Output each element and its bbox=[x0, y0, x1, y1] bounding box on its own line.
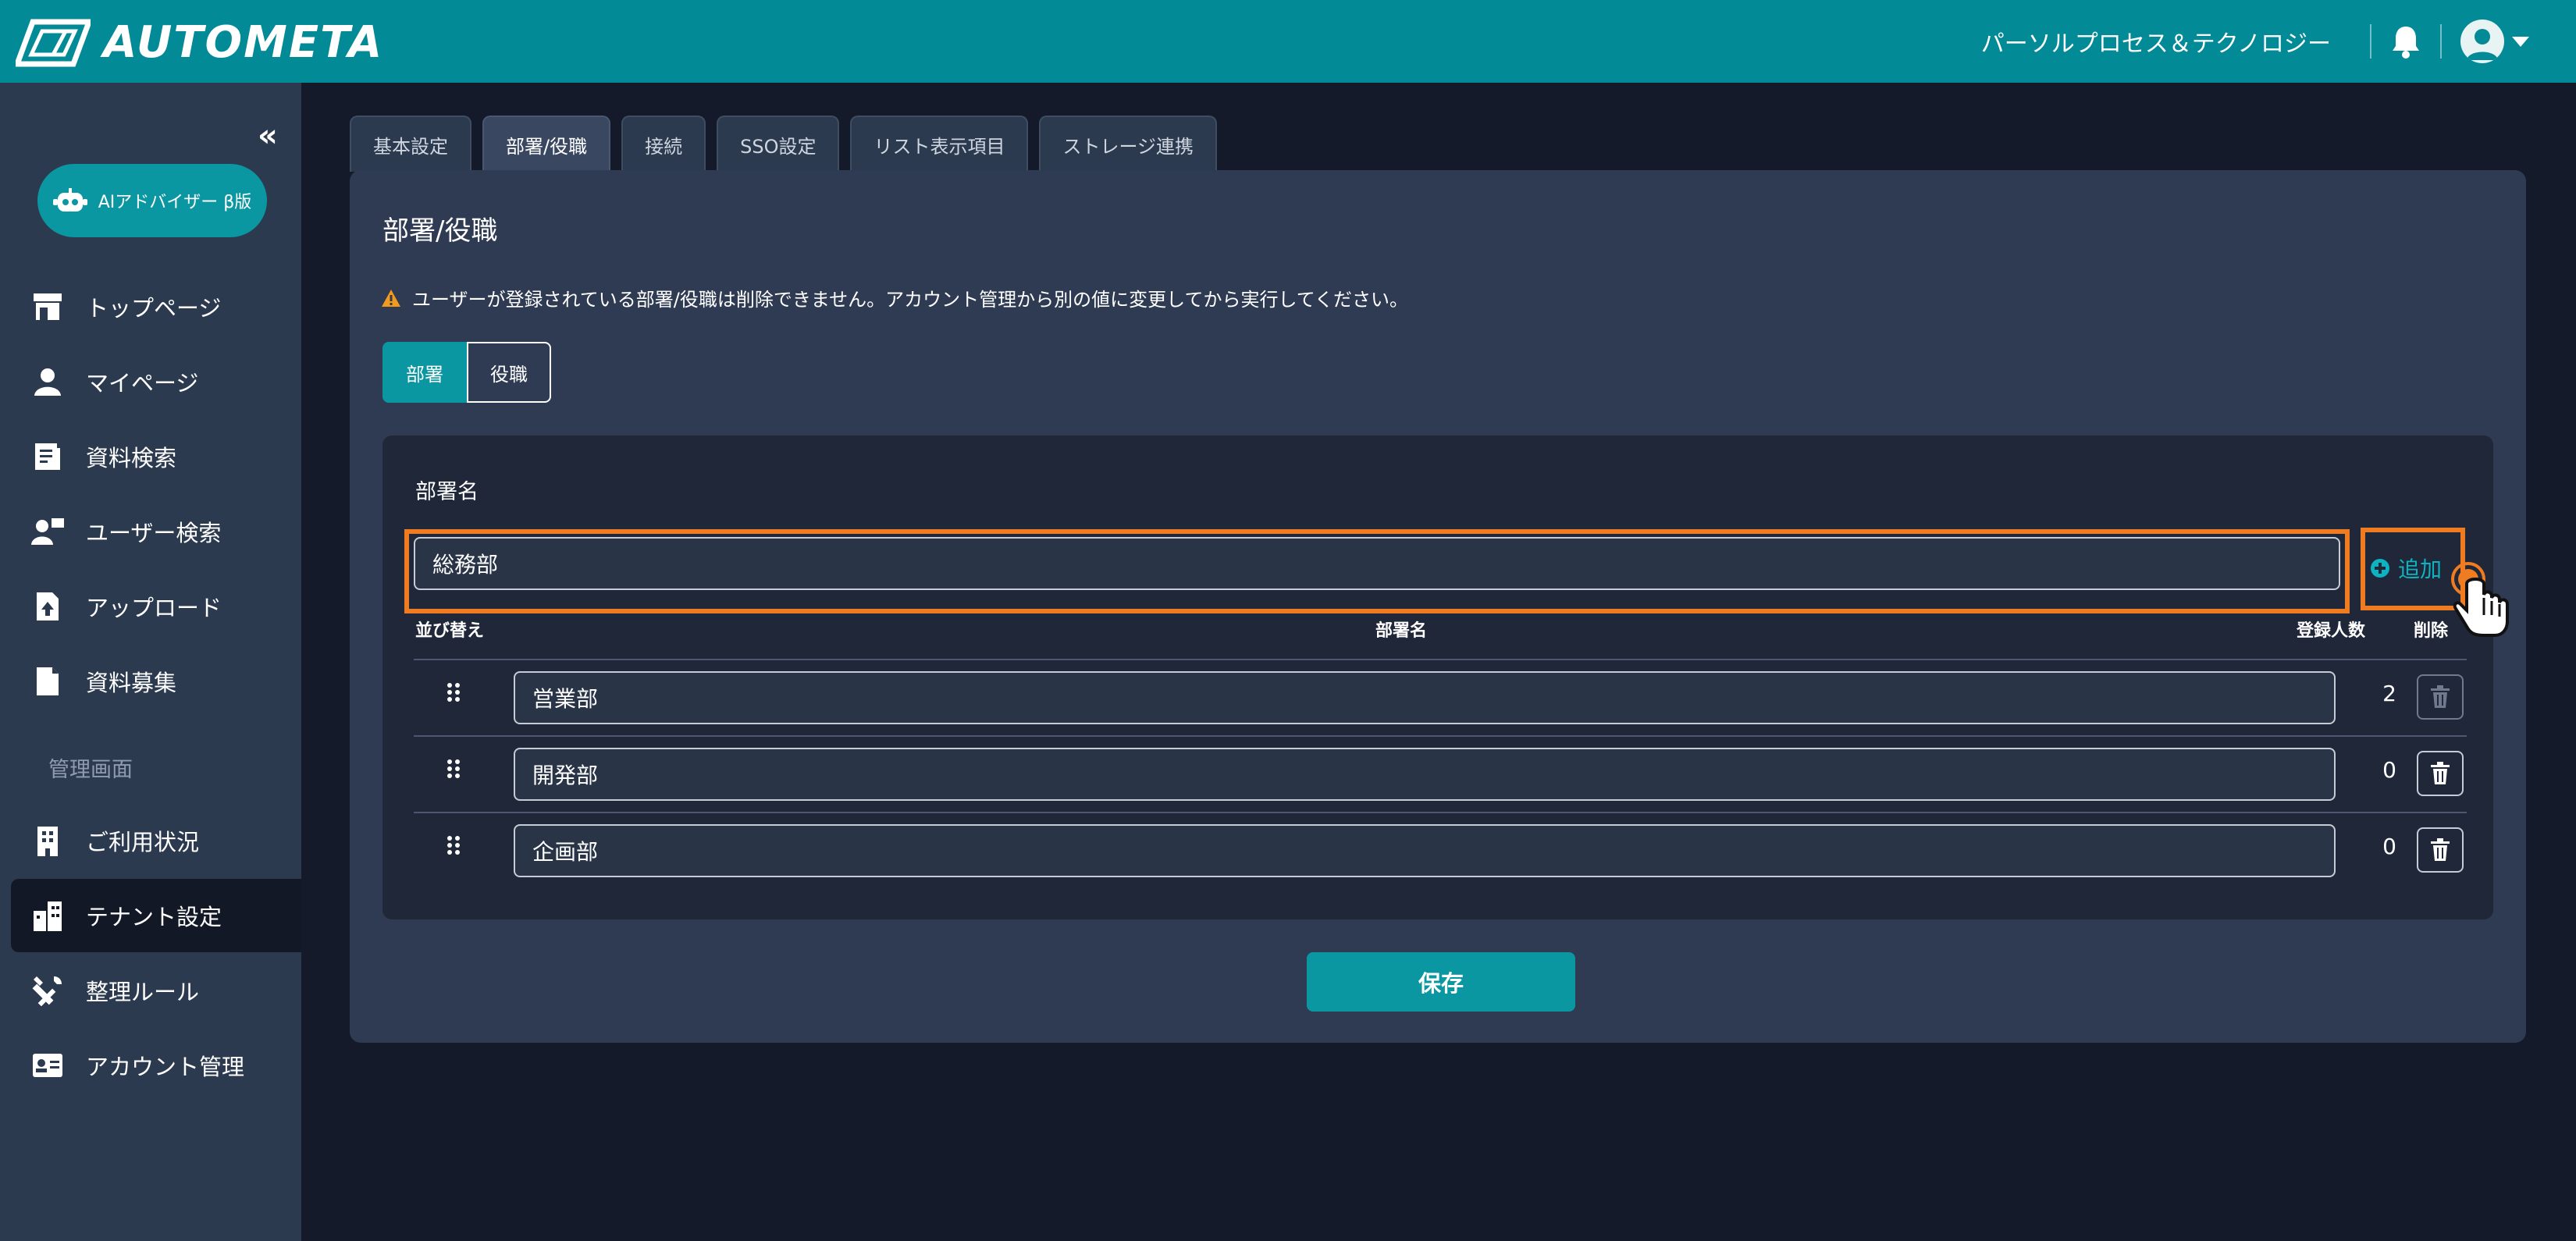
ai-advisor-label: AIアドバイザー β版 bbox=[98, 193, 252, 212]
avatar-icon bbox=[2460, 20, 2504, 63]
sidebar-item-upload[interactable]: アップロード bbox=[11, 570, 301, 643]
segment-departments[interactable]: 部署 bbox=[382, 342, 467, 403]
page-title: 部署/役職 bbox=[382, 215, 498, 247]
member-count: 0 bbox=[2382, 834, 2396, 859]
warning-icon bbox=[382, 289, 400, 307]
settings-tabs: 基本設定 部署/役職 接続 SSO設定 リスト表示項目 ストレージ連携 bbox=[350, 116, 1217, 172]
table-row: 2 bbox=[414, 660, 2467, 735]
delete-button[interactable] bbox=[2417, 751, 2464, 796]
building-icon bbox=[31, 824, 64, 857]
department-row-input[interactable] bbox=[514, 824, 2336, 877]
member-count: 0 bbox=[2382, 757, 2396, 783]
user-menu[interactable] bbox=[2460, 20, 2529, 63]
column-member-count: 登録人数 bbox=[2297, 621, 2366, 641]
sidebar-item-my-page[interactable]: マイページ bbox=[11, 345, 301, 418]
chevron-down-icon bbox=[2512, 36, 2529, 47]
sidebar-item-label: トップページ bbox=[86, 295, 222, 322]
user-icon bbox=[31, 365, 64, 398]
sidebar-item-document-search[interactable]: 資料検索 bbox=[11, 420, 301, 493]
sidebar-item-tenant-settings[interactable]: テナント設定 bbox=[11, 879, 301, 952]
autometa-logo-icon bbox=[16, 19, 91, 66]
delete-button-disabled bbox=[2417, 674, 2464, 720]
trash-icon bbox=[2431, 685, 2450, 708]
drag-handle-icon[interactable] bbox=[447, 682, 461, 702]
member-count: 2 bbox=[2382, 681, 2396, 706]
sidebar-item-account-management[interactable]: アカウント管理 bbox=[11, 1029, 301, 1102]
column-delete: 削除 bbox=[2414, 621, 2449, 641]
user-search-icon bbox=[31, 515, 64, 548]
sidebar-item-label: アカウント管理 bbox=[86, 1054, 245, 1080]
tab-sso-settings[interactable]: SSO設定 bbox=[717, 116, 840, 172]
ai-advisor-button[interactable]: AIアドバイザー β版 bbox=[37, 164, 267, 237]
warning-message: ユーザーが登録されている部署/役職は削除できません。アカウント管理から別の値に変… bbox=[381, 284, 1408, 311]
column-sort: 並び替え bbox=[415, 621, 485, 641]
sidebar-item-user-search[interactable]: ユーザー検索 bbox=[11, 495, 301, 568]
notification-bell-icon[interactable] bbox=[2390, 24, 2421, 59]
department-row-input[interactable] bbox=[514, 748, 2336, 801]
department-row-input[interactable] bbox=[514, 671, 2336, 724]
sidebar-item-label: マイページ bbox=[86, 370, 199, 396]
column-department-name: 部署名 bbox=[1375, 621, 1428, 641]
department-editor-card: 部署名 追加 並び替え 部署名 登録人数 削除 bbox=[382, 436, 2509, 919]
robot-icon bbox=[52, 188, 87, 212]
sidebar-item-usage[interactable]: ご利用状況 bbox=[11, 804, 301, 877]
table-row: 0 bbox=[414, 737, 2467, 812]
trash-icon bbox=[2431, 762, 2450, 784]
id-card-icon bbox=[31, 1049, 64, 1082]
trash-icon bbox=[2431, 838, 2450, 861]
sidebar-item-label: テナント設定 bbox=[86, 904, 222, 930]
add-department-button[interactable]: 追加 bbox=[2370, 553, 2442, 584]
sidebar-item-label: 資料募集 bbox=[86, 670, 177, 696]
plus-circle-icon bbox=[2371, 559, 2389, 578]
store-icon bbox=[31, 290, 64, 323]
admin-section-label: 管理画面 bbox=[48, 758, 133, 782]
file-icon bbox=[31, 665, 64, 698]
settings-panel: 部署/役職 ユーザーが登録されている部署/役職は削除できません。アカウント管理か… bbox=[350, 170, 2526, 1043]
tab-departments-positions[interactable]: 部署/役職 bbox=[482, 116, 611, 172]
segment-positions[interactable]: 役職 bbox=[467, 342, 551, 403]
header-divider bbox=[2440, 24, 2442, 59]
sidebar-item-label: 整理ルール bbox=[86, 979, 200, 1005]
tools-icon bbox=[31, 974, 64, 1007]
header-divider bbox=[2370, 24, 2371, 59]
tenant-building-icon bbox=[31, 899, 64, 932]
document-search-icon bbox=[31, 440, 64, 473]
add-label: 追加 bbox=[2398, 556, 2443, 582]
delete-button[interactable] bbox=[2417, 827, 2464, 873]
sidebar-item-label: ご利用状況 bbox=[86, 829, 200, 855]
department-name-label: 部署名 bbox=[415, 480, 479, 504]
warning-text: ユーザーが登録されている部署/役職は削除できません。アカウント管理から別の値に変… bbox=[412, 289, 1409, 311]
upload-file-icon bbox=[31, 590, 64, 623]
tab-list-display-items[interactable]: リスト表示項目 bbox=[850, 116, 1029, 172]
brand-name: AUTOMETA bbox=[103, 17, 384, 68]
top-header: AUTOMETA パーソルプロセス＆テクノロジー bbox=[0, 0, 2576, 83]
department-name-input[interactable] bbox=[414, 537, 2340, 590]
department-position-toggle: 部署 役職 bbox=[382, 342, 551, 403]
collapse-sidebar-icon[interactable]: « bbox=[258, 120, 278, 151]
table-row: 0 bbox=[414, 813, 2467, 888]
drag-handle-icon[interactable] bbox=[447, 759, 461, 779]
sidebar-item-label: 資料検索 bbox=[86, 445, 177, 471]
tab-storage-integration[interactable]: ストレージ連携 bbox=[1039, 116, 1217, 172]
save-button[interactable]: 保存 bbox=[1307, 952, 1575, 1012]
organization-name: パーソルプロセス＆テクノロジー bbox=[1980, 30, 2331, 58]
drag-handle-icon[interactable] bbox=[447, 835, 461, 855]
sidebar-item-label: ユーザー検索 bbox=[86, 520, 222, 546]
sidebar-item-organize-rules[interactable]: 整理ルール bbox=[11, 954, 301, 1027]
tab-connection[interactable]: 接続 bbox=[621, 116, 706, 172]
sidebar: « AIアドバイザー β版 トップページ マイページ 資料検索 ユーザー検索 ア… bbox=[0, 83, 301, 1241]
sidebar-item-document-request[interactable]: 資料募集 bbox=[11, 645, 301, 718]
sidebar-item-label: アップロード bbox=[86, 595, 222, 621]
pointer-hand-cursor-icon bbox=[2451, 562, 2509, 637]
sidebar-item-top-page[interactable]: トップページ bbox=[11, 270, 301, 343]
tab-basic-settings[interactable]: 基本設定 bbox=[350, 116, 471, 172]
brand-logo[interactable]: AUTOMETA bbox=[16, 17, 383, 68]
